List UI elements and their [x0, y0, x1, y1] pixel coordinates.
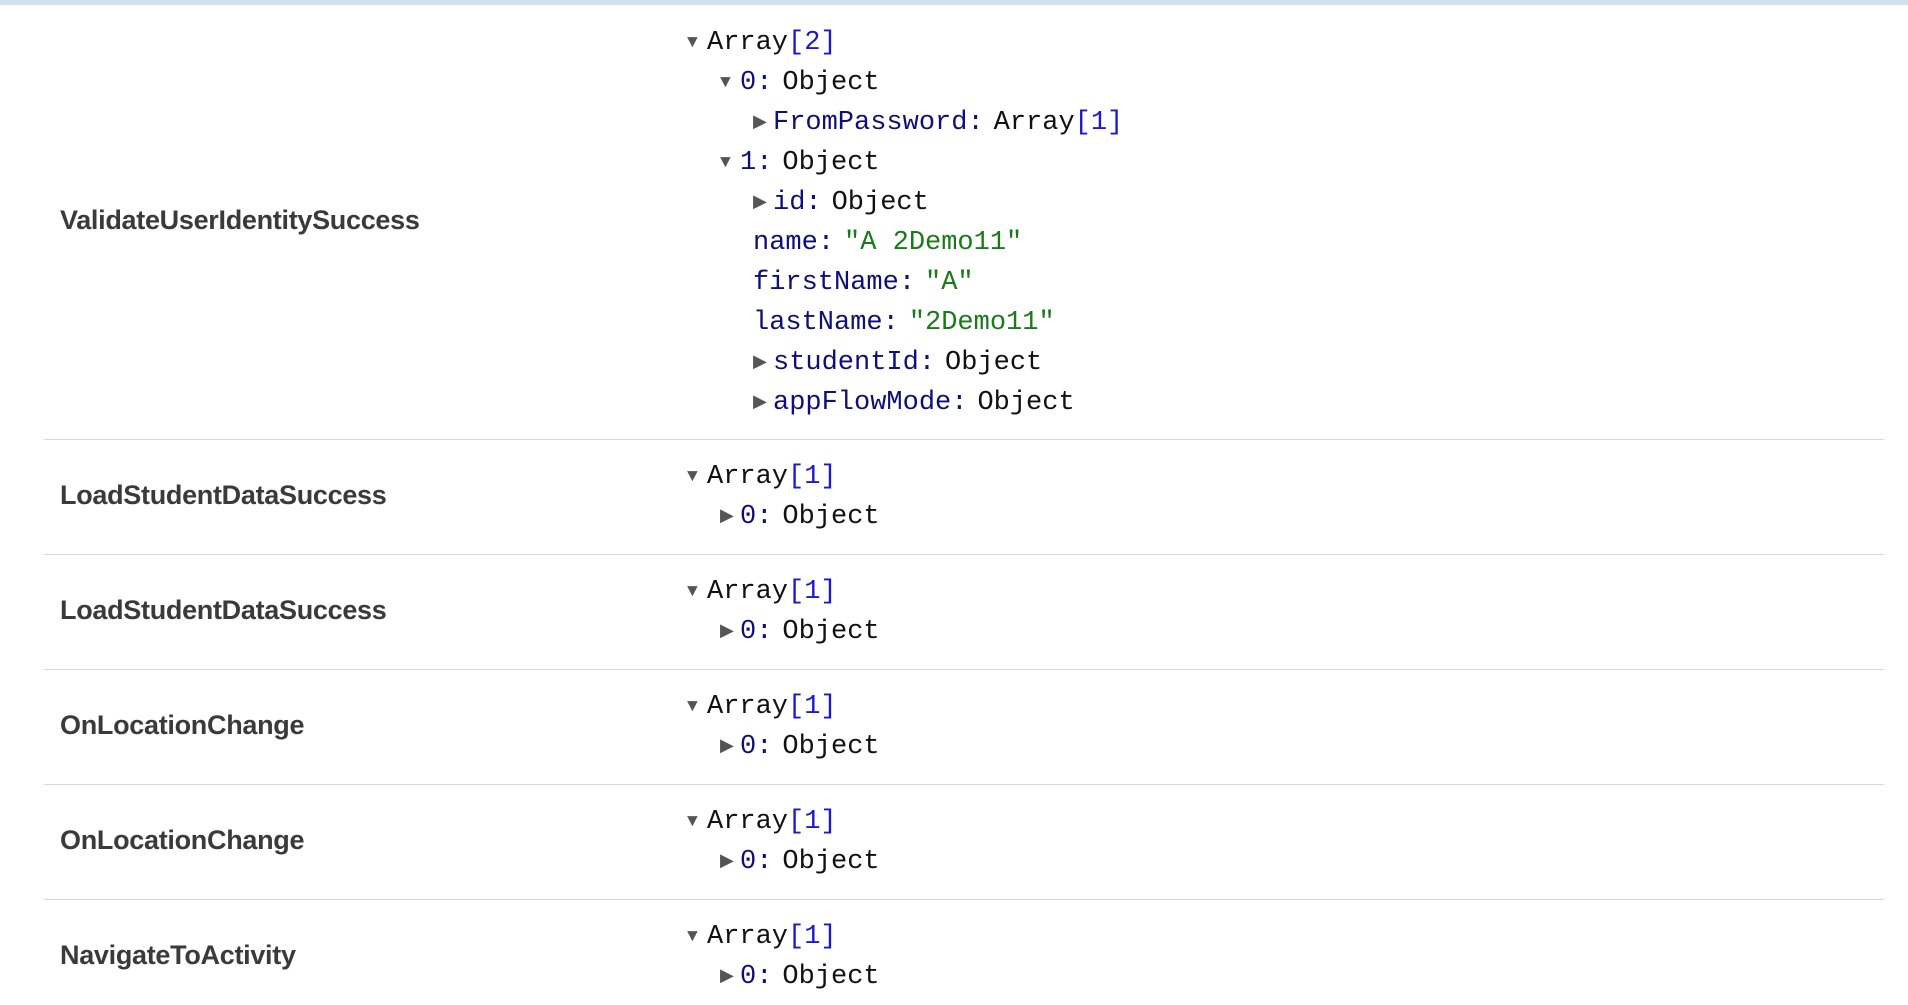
action-name: OnLocationChange	[60, 710, 305, 740]
triangle-right-icon[interactable]: ▶	[720, 957, 740, 997]
triangle-down-icon[interactable]: ▼	[687, 802, 707, 842]
triangle-down-icon[interactable]: ▼	[687, 23, 707, 63]
triangle-down-icon[interactable]: ▼	[687, 917, 707, 957]
tree-node-root[interactable]: ▼ Array[1]	[687, 572, 880, 612]
payload-tree: ▼ Array[1] ▶ 0: Object	[687, 457, 880, 537]
action-row[interactable]: ValidateUserIdentitySuccess ▼ Array[2] ▼ 0…	[44, 5, 1884, 440]
triangle-down-icon[interactable]: ▼	[687, 457, 707, 497]
tree-leaf: lastName: "2Demo11"	[753, 308, 1055, 338]
action-row[interactable]: LoadStudentDataSuccess ▼ Array[1] ▶ 0: Obje…	[44, 555, 1884, 670]
action-name: ValidateUserIdentitySuccess	[60, 205, 420, 235]
triangle-right-icon[interactable]: ▶	[720, 612, 740, 652]
tree-node[interactable]: ▶ 0: Object	[687, 957, 880, 997]
tree-node[interactable]: ▼ 1: Object	[687, 143, 1123, 183]
tree-node[interactable]: ▼ 0: Object	[687, 63, 1123, 103]
action-log-table: ValidateUserIdentitySuccess ▼ Array[2] ▼ 0…	[44, 5, 1884, 1005]
tree-node[interactable]: ▶ 0: Object	[687, 727, 880, 767]
action-row[interactable]: NavigateToActivity ▼ Array[1] ▶ 0: Object	[44, 900, 1884, 1005]
tree-node[interactable]: ▶ studentId: Object	[687, 343, 1123, 383]
triangle-down-icon[interactable]: ▼	[720, 143, 740, 183]
triangle-right-icon[interactable]: ▶	[720, 727, 740, 767]
action-name: LoadStudentDataSuccess	[60, 480, 387, 510]
triangle-right-icon[interactable]: ▶	[720, 497, 740, 537]
tree-node-root[interactable]: ▼ Array[1]	[687, 802, 880, 842]
triangle-right-icon[interactable]: ▶	[753, 183, 773, 223]
action-name: LoadStudentDataSuccess	[60, 595, 387, 625]
triangle-down-icon[interactable]: ▼	[687, 687, 707, 727]
payload-tree: ▼ Array[1] ▶ 0: Object	[687, 917, 880, 997]
tree-leaf: firstName: "A"	[753, 268, 974, 298]
tree-node-root[interactable]: ▼ Array[1]	[687, 687, 880, 727]
action-row[interactable]: LoadStudentDataSuccess ▼ Array[1] ▶ 0: Obje…	[44, 440, 1884, 555]
triangle-down-icon[interactable]: ▼	[687, 572, 707, 612]
triangle-right-icon[interactable]: ▶	[753, 103, 773, 143]
action-name: OnLocationChange	[60, 825, 305, 855]
tree-node-root[interactable]: ▼ Array[1]	[687, 917, 880, 957]
action-row[interactable]: OnLocationChange ▼ Array[1] ▶ 0: Object	[44, 670, 1884, 785]
tree-node[interactable]: ▶ 0: Object	[687, 612, 880, 652]
tree-node[interactable]: ▶ 0: Object	[687, 842, 880, 882]
tree-node-root[interactable]: ▼ Array[1]	[687, 457, 880, 497]
payload-tree: ▼ Array[1] ▶ 0: Object	[687, 802, 880, 882]
tree-node-root[interactable]: ▼ Array[2]	[687, 23, 1123, 63]
triangle-right-icon[interactable]: ▶	[753, 383, 773, 423]
triangle-down-icon[interactable]: ▼	[720, 63, 740, 103]
tree-node[interactable]: ▶ 0: Object	[687, 497, 880, 537]
payload-tree: ▼ Array[1] ▶ 0: Object	[687, 687, 880, 767]
triangle-right-icon[interactable]: ▶	[753, 343, 773, 383]
action-name: NavigateToActivity	[60, 940, 296, 970]
tree-node[interactable]: ▶ FromPassword: Array[1]	[687, 103, 1123, 143]
tree-leaf: name: "A 2Demo11"	[753, 228, 1023, 258]
payload-tree: ▼ Array[2] ▼ 0: Object ▶ FromPassword: Array[…	[687, 23, 1123, 423]
action-row[interactable]: OnLocationChange ▼ Array[1] ▶ 0: Object	[44, 785, 1884, 900]
triangle-right-icon[interactable]: ▶	[720, 842, 740, 882]
tree-node[interactable]: ▶ id: Object	[687, 183, 1123, 223]
tree-node[interactable]: ▶ appFlowMode: Object	[687, 383, 1123, 423]
payload-tree: ▼ Array[1] ▶ 0: Object	[687, 572, 880, 652]
